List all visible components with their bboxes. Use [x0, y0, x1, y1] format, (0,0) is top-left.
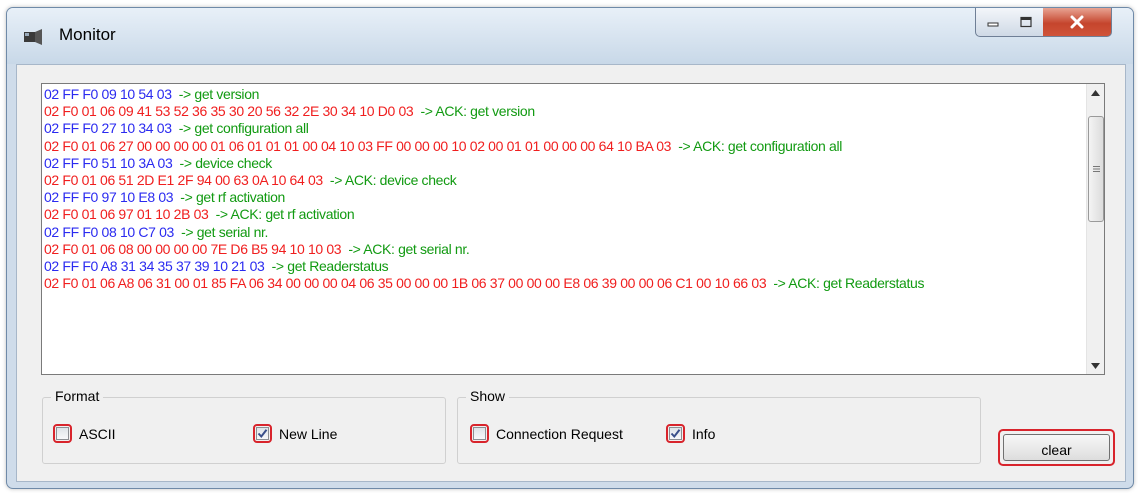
log-description: -> get Readerstatus [271, 258, 389, 275]
show-group: Show Connection Request Info [457, 388, 981, 464]
log-line: 02 F0 01 06 08 00 00 00 00 7E D6 B5 94 1… [44, 241, 1080, 258]
checkmark-icon [670, 429, 681, 439]
scroll-up-icon[interactable] [1087, 84, 1104, 101]
minimize-button[interactable] [975, 8, 1011, 37]
new-line-highlight [253, 424, 272, 443]
log-hex: 02 FF F0 27 10 34 03 [44, 120, 172, 137]
connection-request-highlight [470, 424, 489, 443]
log-line: 02 FF F0 09 10 54 03 -> get version [44, 86, 1080, 103]
log-hex: 02 FF F0 09 10 54 03 [44, 86, 172, 102]
ascii-checkbox-item[interactable]: ASCII [53, 424, 116, 443]
log-hex: 02 F0 01 06 09 41 53 52 36 35 30 20 56 3… [44, 103, 414, 120]
new-line-checkbox-item[interactable]: New Line [253, 424, 337, 443]
log-line: 02 F0 01 06 51 2D E1 2F 94 00 63 0A 10 6… [44, 172, 1080, 189]
log-hex: 02 F0 01 06 51 2D E1 2F 94 00 63 0A 10 6… [44, 172, 323, 189]
log-line: 02 FF F0 A8 31 34 35 37 39 10 21 03 -> g… [44, 258, 1080, 275]
monitor-log[interactable]: 02 FF F0 09 10 54 03 -> get version 02 F0… [41, 83, 1105, 375]
log-hex: 02 FF F0 97 10 E8 03 [44, 189, 174, 206]
monitor-window: Monitor 02 FF F0 09 10 54 03 -> get vers… [6, 7, 1134, 489]
clear-highlight: clear [998, 429, 1115, 466]
info-label: Info [692, 425, 716, 442]
log-description: -> ACK: get serial nr. [348, 240, 470, 257]
log-line: 02 FF F0 97 10 E8 03 -> get rf activatio… [44, 189, 1080, 206]
log-description: -> ACK: get rf activation [215, 206, 355, 223]
log-hex: 02 F0 01 06 A8 06 31 00 01 85 FA 06 34 0… [44, 275, 767, 292]
format-group-title: Format [51, 388, 104, 404]
new-line-checkbox[interactable] [256, 427, 269, 440]
log-description: -> get version [178, 86, 260, 102]
log-description: -> ACK: device check [329, 172, 457, 189]
log-hex: 02 F0 01 06 27 00 00 00 00 01 06 01 01 0… [44, 137, 672, 154]
log-description: -> ACK: get configuration all [678, 137, 842, 154]
log-line: 02 F0 01 06 09 41 53 52 36 35 30 20 56 3… [44, 103, 1080, 120]
scroll-down-icon[interactable] [1087, 357, 1104, 374]
log-line: 02 F0 01 06 A8 06 31 00 01 85 FA 06 34 0… [44, 275, 1080, 292]
connection-request-checkbox-item[interactable]: Connection Request [470, 424, 623, 443]
info-checkbox[interactable] [669, 427, 682, 440]
log-line: 02 F0 01 06 27 00 00 00 00 01 06 01 01 0… [44, 138, 1080, 155]
title-bar: Monitor [7, 8, 1133, 64]
window-title: Monitor [59, 25, 116, 44]
client-area: 02 FF F0 09 10 54 03 -> get version 02 F0… [16, 64, 1126, 482]
maximize-button[interactable] [1009, 8, 1044, 37]
log-description: -> get rf activation [180, 189, 285, 206]
log-hex: 02 FF F0 51 10 3A 03 [44, 154, 173, 171]
log-description: -> get serial nr. [181, 223, 269, 240]
ascii-label: ASCII [79, 425, 116, 442]
log-hex: 02 F0 01 06 08 00 00 00 00 7E D6 B5 94 1… [44, 240, 342, 257]
log-line: 02 F0 01 06 97 01 10 2B 03 -> ACK: get r… [44, 206, 1080, 223]
minimize-icon [987, 22, 999, 27]
log-hex: 02 FF F0 A8 31 34 35 37 39 10 21 03 [44, 258, 265, 275]
log-line: 02 FF F0 27 10 34 03 -> get configuratio… [44, 120, 1080, 137]
log-description: -> device check [179, 154, 273, 171]
vertical-scrollbar[interactable] [1086, 84, 1104, 374]
ascii-checkbox[interactable] [56, 427, 69, 440]
log-hex: 02 FF F0 08 10 C7 03 [44, 223, 174, 240]
show-group-title: Show [466, 388, 510, 404]
scroll-thumb[interactable] [1088, 116, 1104, 222]
ascii-highlight [53, 424, 72, 443]
checkmark-icon [257, 429, 268, 439]
log-description: -> get configuration all [178, 120, 309, 137]
format-group: Format ASCII New Line [42, 388, 446, 464]
info-checkbox-item[interactable]: Info [666, 424, 715, 443]
log-line: 02 FF F0 08 10 C7 03 -> get serial nr. [44, 224, 1080, 241]
connection-request-checkbox[interactable] [473, 427, 486, 440]
log-hex: 02 F0 01 06 97 01 10 2B 03 [44, 206, 209, 223]
new-line-label: New Line [279, 425, 338, 442]
app-icon [24, 29, 42, 45]
info-highlight [666, 424, 685, 443]
log-description: -> ACK: get version [420, 103, 535, 120]
close-button[interactable] [1043, 8, 1112, 37]
clear-button[interactable]: clear [1003, 434, 1110, 461]
connection-request-label: Connection Request [496, 425, 623, 442]
maximize-icon [1020, 16, 1032, 28]
grip-icon [1092, 166, 1100, 172]
close-icon [1070, 15, 1084, 29]
log-description: -> ACK: get Readerstatus [773, 275, 925, 292]
log-text: 02 FF F0 09 10 54 03 -> get version 02 F0… [44, 86, 1080, 292]
log-line: 02 FF F0 51 10 3A 03 -> device check [44, 155, 1080, 172]
